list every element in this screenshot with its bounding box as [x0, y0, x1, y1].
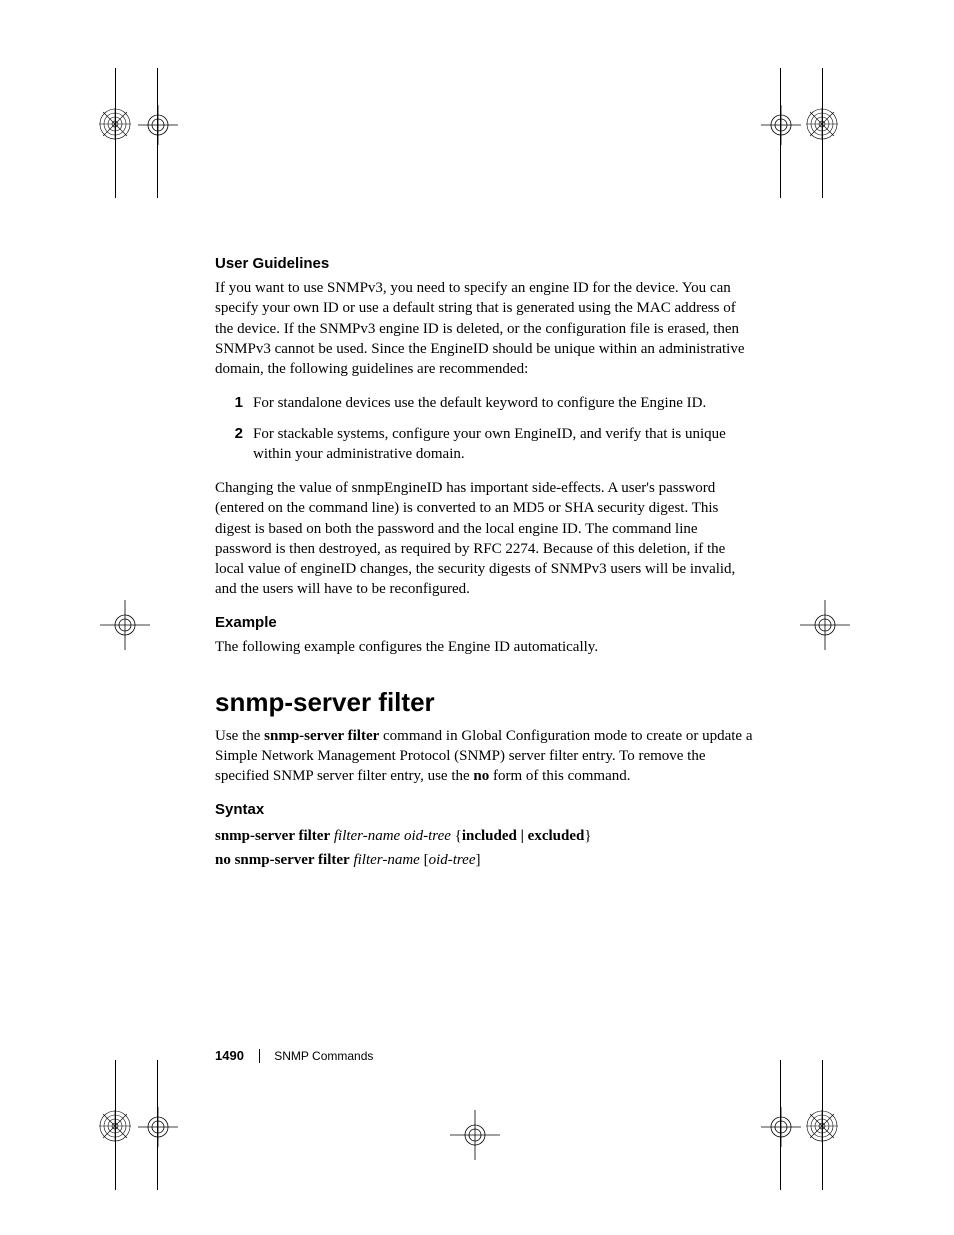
- paragraph-side-effects: Changing the value of snmpEngineID has i…: [215, 478, 755, 600]
- syntax-arg: filter-name: [353, 852, 419, 868]
- list-item: 1 For standalone devices use the default…: [215, 393, 755, 413]
- crop-mark-icon: [100, 600, 150, 650]
- guidelines-list: 1 For standalone devices use the default…: [215, 393, 755, 464]
- list-item: 2 For stackable systems, configure your …: [215, 424, 755, 465]
- footer-section: SNMP Commands: [259, 1049, 373, 1063]
- list-text: For stackable systems, configure your ow…: [253, 424, 755, 465]
- crop-mark-icon: [800, 600, 850, 650]
- page-footer: 1490 SNMP Commands: [215, 1048, 385, 1063]
- syntax-cmd: snmp-server filter: [215, 828, 330, 844]
- list-number: 1: [215, 393, 253, 413]
- paragraph-guidelines-intro: If you want to use SNMPv3, you need to s…: [215, 278, 755, 379]
- list-text: For standalone devices use the default k…: [253, 393, 706, 413]
- list-number: 2: [215, 424, 253, 465]
- heading-syntax: Syntax: [215, 801, 755, 818]
- crop-mark-icon: [450, 1110, 500, 1160]
- syntax-arg: oid-tree: [429, 852, 476, 868]
- syntax-arg: filter-name oid-tree: [334, 828, 451, 844]
- text-fragment: form of this command.: [489, 768, 630, 784]
- text-bold: no: [473, 768, 489, 784]
- paragraph-command-desc: Use the snmp-server filter command in Gl…: [215, 726, 755, 787]
- page-content: User Guidelines If you want to use SNMPv…: [215, 255, 755, 872]
- heading-user-guidelines: User Guidelines: [215, 255, 755, 272]
- command-title: snmp-server filter: [215, 687, 755, 718]
- syntax-line-1: snmp-server filter filter-name oid-tree …: [215, 824, 755, 848]
- text-fragment: Use the: [215, 728, 264, 744]
- syntax-cmd: no snmp-server filter: [215, 852, 350, 868]
- text-bold: snmp-server filter: [264, 728, 379, 744]
- syntax-opts: included | excluded: [462, 828, 585, 844]
- paragraph-example: The following example configures the Eng…: [215, 637, 755, 657]
- page-number: 1490: [215, 1048, 244, 1063]
- syntax-line-2: no snmp-server filter filter-name [oid-t…: [215, 848, 755, 872]
- heading-example: Example: [215, 614, 755, 631]
